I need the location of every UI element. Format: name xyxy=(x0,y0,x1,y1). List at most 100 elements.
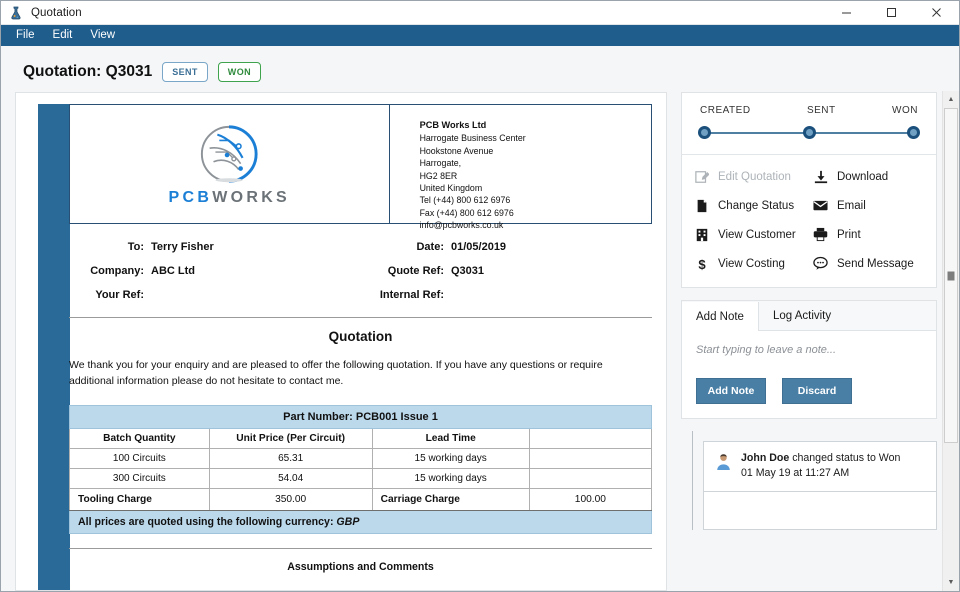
envelope-icon xyxy=(813,198,828,213)
scroll-down-arrow[interactable]: ▼ xyxy=(943,574,959,591)
cell-batch-quantity: 100 Circuits xyxy=(69,447,210,469)
your-ref-value xyxy=(151,289,351,301)
minimize-icon[interactable] xyxy=(824,1,869,24)
parts-table: Part Number: PCB001 Issue 1 Batch Quanti… xyxy=(69,404,653,534)
internal-ref-label: Internal Ref: xyxy=(379,289,444,301)
action-label: View Costing xyxy=(718,257,785,270)
cell-batch-quantity: 300 Circuits xyxy=(69,467,210,489)
action-label: Print xyxy=(837,228,861,241)
cell-blank xyxy=(528,467,653,489)
add-note-button[interactable]: Add Note xyxy=(696,378,766,404)
tooling-charge-value: 350.00 xyxy=(208,487,373,511)
company-address: PCB Works Ltd Harrogate Business Center … xyxy=(390,105,651,230)
scrollbar-thumb[interactable] xyxy=(944,108,958,443)
document-body: PCBWORKS PCB Works Ltd Harrogate Busines… xyxy=(69,93,666,590)
action-change-status[interactable]: Change Status xyxy=(692,193,811,218)
feed-spine xyxy=(692,431,693,530)
action-label: Download xyxy=(837,170,889,183)
action-download[interactable]: Download xyxy=(811,164,930,189)
status-badge-won: WON xyxy=(217,62,261,82)
quotation-meta: To: Terry Fisher Date: 01/05/2019 Compan… xyxy=(69,241,652,301)
quotation-document-panel: PCBWORKS PCB Works Ltd Harrogate Busines… xyxy=(15,92,667,591)
tracker-label-sent: SENT xyxy=(806,105,836,116)
assumptions-heading: Assumptions and Comments xyxy=(287,560,434,573)
edit-icon xyxy=(694,169,709,184)
action-view-customer[interactable]: View Customer xyxy=(692,222,811,247)
action-send-message[interactable]: Send Message xyxy=(811,251,930,276)
tracker-dots xyxy=(698,126,920,139)
vertical-scrollbar[interactable]: ▲ ▼ xyxy=(942,91,959,591)
feed-empty-slot xyxy=(703,491,937,530)
parts-table-header-row: Batch Quantity Unit Price (Per Circuit) … xyxy=(69,427,653,449)
logo-text-works: WORKS xyxy=(212,189,291,206)
date-label: Date: xyxy=(416,241,444,253)
menu-item-edit[interactable]: Edit xyxy=(44,25,82,46)
tracker-dot-sent xyxy=(802,126,816,139)
action-label: Email xyxy=(837,199,866,212)
tracker-label-won: WON xyxy=(892,105,918,116)
company-address-line: Hookstone Avenue xyxy=(419,145,494,156)
note-tabs: Add Note Log Activity xyxy=(682,301,936,331)
maximize-icon[interactable] xyxy=(869,1,914,24)
tooling-charge-label: Tooling Charge xyxy=(69,487,210,511)
sidebar: CREATED SENT WON Edit Quotation Download… xyxy=(681,92,937,591)
menu-item-file[interactable]: File xyxy=(7,25,44,46)
scrollbar-track[interactable] xyxy=(943,108,959,574)
column-batch-quantity: Batch Quantity xyxy=(69,427,210,449)
tab-add-note[interactable]: Add Note xyxy=(682,302,759,331)
parts-table-title-row: Part Number: PCB001 Issue 1 xyxy=(69,404,652,429)
close-icon[interactable] xyxy=(914,1,959,24)
company-fax: Fax (+44) 800 612 6976 xyxy=(419,207,514,218)
company-label: Company: xyxy=(90,265,144,277)
column-blank xyxy=(528,427,653,449)
logo-wordmark: PCBWORKS xyxy=(169,189,291,207)
feed-item-text: John Doe changed status to Won 01 May 19… xyxy=(741,451,900,482)
currency-note: All prices are quoted using the followin… xyxy=(69,509,652,534)
cell-lead-time: 15 working days xyxy=(371,447,530,469)
action-print[interactable]: Print xyxy=(811,222,930,247)
tracker-dot-won xyxy=(907,126,920,139)
menu-item-view[interactable]: View xyxy=(81,25,124,46)
company-address-line: Harrogate, xyxy=(419,158,462,169)
date-value: 01/05/2019 xyxy=(451,241,507,253)
svg-text:$: $ xyxy=(698,257,706,271)
company-name: PCB Works Ltd xyxy=(419,120,487,130)
tracker-labels: CREATED SENT WON xyxy=(698,105,920,116)
company-address-line: Harrogate Business Center xyxy=(419,133,526,144)
column-unit-price: Unit Price (Per Circuit) xyxy=(208,427,373,449)
discard-button[interactable]: Discard xyxy=(782,378,852,404)
company-address-line: United Kingdom xyxy=(419,183,483,193)
building-icon xyxy=(694,227,709,242)
company-phone: Tel (+44) 800 612 6976 xyxy=(419,195,511,206)
carriage-charge-value: 100.00 xyxy=(528,487,653,511)
document-accent-bar xyxy=(38,104,70,590)
charges-row: Tooling Charge 350.00 Carriage Charge 10… xyxy=(69,487,653,511)
document-letterhead: PCBWORKS PCB Works Ltd Harrogate Busines… xyxy=(69,104,652,230)
note-input[interactable]: Start typing to leave a note... xyxy=(696,344,922,356)
app-icon xyxy=(8,5,24,21)
list-item: John Doe changed status to Won 01 May 19… xyxy=(703,441,937,492)
tab-log-activity[interactable]: Log Activity xyxy=(759,301,845,330)
column-lead-time: Lead Time xyxy=(371,427,530,449)
activity-feed: John Doe changed status to Won 01 May 19… xyxy=(681,431,937,530)
cell-blank xyxy=(528,447,653,469)
action-list: Edit Quotation Download Change Status Em… xyxy=(682,155,936,287)
cell-lead-time: 15 working days xyxy=(371,467,530,489)
action-edit-quotation[interactable]: Edit Quotation xyxy=(692,164,811,189)
scroll-up-arrow[interactable]: ▲ xyxy=(943,91,959,108)
action-view-costing[interactable]: $ View Costing xyxy=(692,251,811,276)
part-number-title: Part Number: PCB001 Issue 1 xyxy=(69,404,652,429)
carriage-charge-label: Carriage Charge xyxy=(371,487,530,511)
company-value: ABC Ltd xyxy=(151,265,195,277)
title-bar: Quotation xyxy=(1,1,959,25)
content-area: Quotation: Q3031 SENT WON PCBWORKS PCB W… xyxy=(1,46,959,591)
table-row: 300 Circuits 54.04 15 working days xyxy=(69,467,653,489)
company-email: info@pcbworks.co.uk xyxy=(419,220,504,231)
status-actions-card: CREATED SENT WON Edit Quotation Download… xyxy=(681,92,937,288)
action-label: View Customer xyxy=(718,228,796,241)
to-value: Terry Fisher xyxy=(151,241,214,253)
company-logo: PCBWORKS xyxy=(70,105,390,223)
scrollbar-grip xyxy=(947,271,955,280)
action-email[interactable]: Email xyxy=(811,193,930,218)
app-window: Quotation File Edit View Quotation: Q303… xyxy=(0,0,960,592)
